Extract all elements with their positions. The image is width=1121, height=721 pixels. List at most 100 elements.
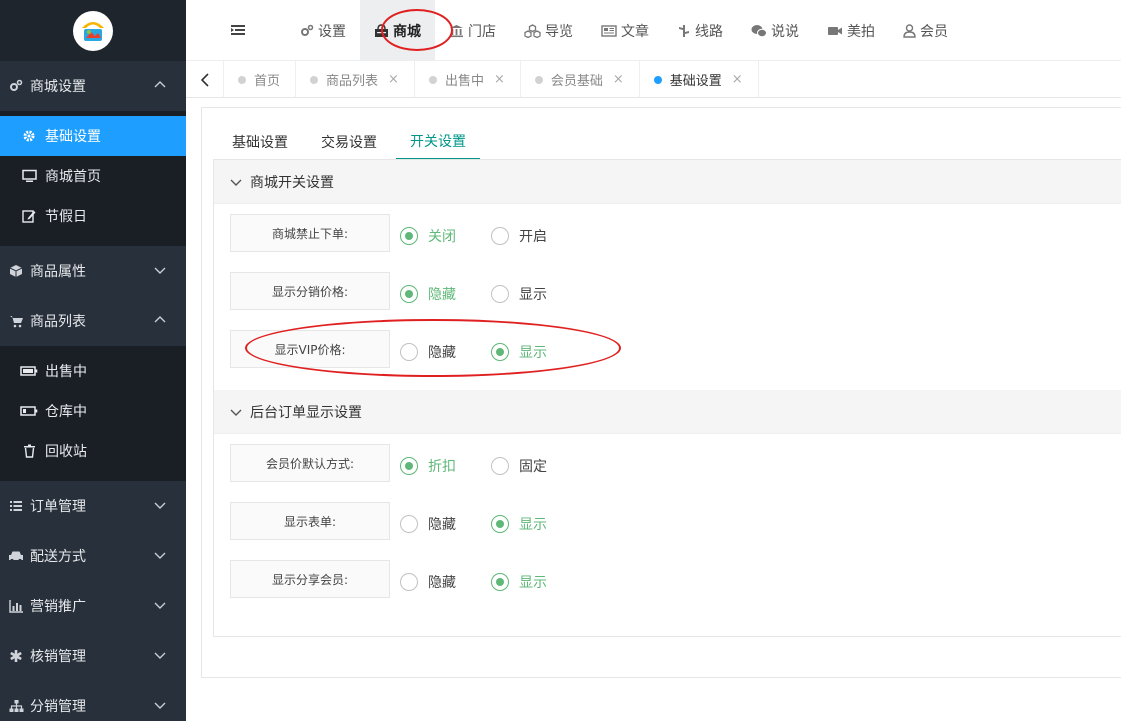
radio-label: 固定 — [519, 459, 547, 475]
car-icon — [6, 549, 26, 563]
sidebar-item[interactable]: 出售中 — [0, 351, 186, 391]
setting-row: 显示分销价格: 隐藏 显示 — [214, 262, 1121, 320]
radio-label: 显示 — [519, 575, 547, 591]
gear-icon — [20, 129, 38, 143]
radio-label: 隐藏 — [428, 575, 456, 591]
section-title: 后台订单显示设置 — [250, 404, 362, 421]
tab-dot-icon — [653, 75, 662, 84]
radio-option[interactable]: 固定 — [491, 456, 547, 476]
page-tab[interactable]: 基础设置 × — [640, 61, 759, 98]
sidebar-group[interactable]: 商城设置 — [0, 61, 186, 111]
cube-icon — [6, 264, 26, 278]
radio-option[interactable]: 显示 — [491, 284, 547, 304]
radio-circle-icon[interactable] — [491, 573, 509, 591]
asterisk-icon — [6, 649, 26, 663]
top-menu-label: 文章 — [621, 23, 649, 40]
sidebar-group[interactable]: 订单管理 — [0, 481, 186, 531]
setting-row: 显示表单: 隐藏 显示 — [214, 492, 1121, 550]
page-tab[interactable]: 会员基础 × — [521, 61, 640, 98]
radio-circle-icon[interactable] — [491, 227, 509, 245]
close-icon[interactable]: × — [732, 72, 743, 87]
radio-circle-icon[interactable] — [400, 457, 418, 475]
sidebar-group[interactable]: 配送方式 — [0, 531, 186, 581]
top-menu-item[interactable]: 说说 — [737, 0, 813, 61]
radio-option[interactable]: 隐藏 — [400, 572, 456, 592]
logo[interactable] — [73, 10, 113, 51]
sidebar-group[interactable]: 分销管理 — [0, 681, 186, 721]
radio-option[interactable]: 显示 — [491, 572, 547, 592]
section-header[interactable]: 商城开关设置 — [214, 160, 1121, 204]
chevron-down-icon — [154, 649, 166, 661]
setting-label: 会员价默认方式: — [230, 444, 390, 482]
top-menu-item[interactable]: 设置 — [286, 0, 360, 61]
edit-icon — [20, 209, 38, 223]
sidebar-item[interactable]: 回收站 — [0, 431, 186, 471]
close-icon[interactable]: × — [388, 72, 399, 87]
page-tab[interactable]: 首页 — [224, 61, 297, 98]
sidebar-group[interactable]: 营销推广 — [0, 581, 186, 631]
chevron-down-icon — [154, 264, 166, 276]
close-icon[interactable]: × — [494, 72, 505, 87]
top-menu-item[interactable]: 会员 — [889, 0, 962, 61]
radio-option[interactable]: 折扣 — [400, 456, 456, 476]
tab-dot-icon — [534, 75, 543, 84]
setting-row: 会员价默认方式: 折扣 固定 — [214, 434, 1121, 492]
sidebar-item-label: 出售中 — [45, 364, 87, 380]
radio-circle-icon[interactable] — [400, 285, 418, 303]
sidebar-group-label: 分销管理 — [30, 699, 86, 715]
sidebar-group-label: 核销管理 — [30, 649, 86, 665]
top-menu-label: 导览 — [545, 23, 573, 40]
sidebar-group[interactable]: 商品属性 — [0, 246, 186, 296]
section-header[interactable]: 后台订单显示设置 — [214, 390, 1121, 434]
section-title: 商城开关设置 — [250, 174, 334, 191]
sidebar-group-label: 商品属性 — [30, 264, 86, 280]
close-icon[interactable]: × — [613, 72, 624, 87]
sidebar-group[interactable]: 商品列表 — [0, 296, 186, 346]
sitemap-icon — [6, 699, 26, 713]
sidebar-item[interactable]: 基础设置 — [0, 116, 186, 156]
radio-option[interactable]: 开启 — [491, 226, 547, 246]
sidebar-group-label: 营销推广 — [30, 599, 86, 615]
settings-subtab[interactable]: 交易设置 — [307, 124, 391, 160]
page-tab-label: 商品列表 — [326, 74, 379, 89]
sidebar-item[interactable]: 仓库中 — [0, 391, 186, 431]
radio-option[interactable]: 显示 — [491, 514, 547, 534]
sidebar-item[interactable]: 商城首页 — [0, 156, 186, 196]
radio-option[interactable]: 隐藏 — [400, 284, 456, 304]
chevron-down-icon — [154, 549, 166, 561]
sidebar-item-label: 基础设置 — [45, 129, 101, 145]
sidebar-group-label: 商品列表 — [30, 314, 86, 330]
radio-circle-icon[interactable] — [400, 515, 418, 533]
sidebar-group[interactable]: 核销管理 — [0, 631, 186, 681]
top-menu-item[interactable]: 文章 — [587, 0, 663, 61]
radio-option[interactable]: 关闭 — [400, 226, 456, 246]
radio-label: 显示 — [519, 287, 547, 303]
page-tab[interactable]: 出售中 × — [415, 61, 521, 98]
settings-subtab[interactable]: 基础设置 — [218, 124, 302, 160]
radio-circle-icon[interactable] — [400, 227, 418, 245]
tab-dot-icon — [428, 75, 437, 84]
top-menu-item[interactable]: 线路 — [663, 0, 737, 61]
gears-icon — [300, 24, 314, 38]
radio-label: 折扣 — [428, 459, 456, 475]
settings-subtab[interactable]: 开关设置 — [396, 124, 480, 160]
top-menu-label: 会员 — [920, 23, 948, 40]
page-tab[interactable]: 商品列表 × — [296, 61, 415, 98]
radio-circle-icon[interactable] — [491, 515, 509, 533]
page-tab-label: 基础设置 — [669, 74, 722, 89]
radio-circle-icon[interactable] — [400, 573, 418, 591]
top-menu-item[interactable]: 美拍 — [813, 0, 889, 61]
sidebar-item[interactable]: 节假日 — [0, 196, 186, 236]
tabs-scroll-left-icon[interactable] — [186, 61, 224, 98]
radio-circle-icon[interactable] — [491, 457, 509, 475]
radio-option[interactable]: 隐藏 — [400, 514, 456, 534]
sidebar-toggle-icon[interactable] — [230, 22, 246, 38]
radio-circle-icon[interactable] — [491, 285, 509, 303]
logo-area — [0, 0, 186, 61]
radio-label: 隐藏 — [428, 287, 456, 303]
top-navbar: 设置 商城 门店 导览 文章 线路 说说 美拍 会员 — [186, 0, 1121, 61]
setting-label: 显示分销价格: — [230, 272, 390, 310]
top-menu-label: 设置 — [318, 23, 346, 40]
top-menu-item[interactable]: 导览 — [510, 0, 587, 61]
